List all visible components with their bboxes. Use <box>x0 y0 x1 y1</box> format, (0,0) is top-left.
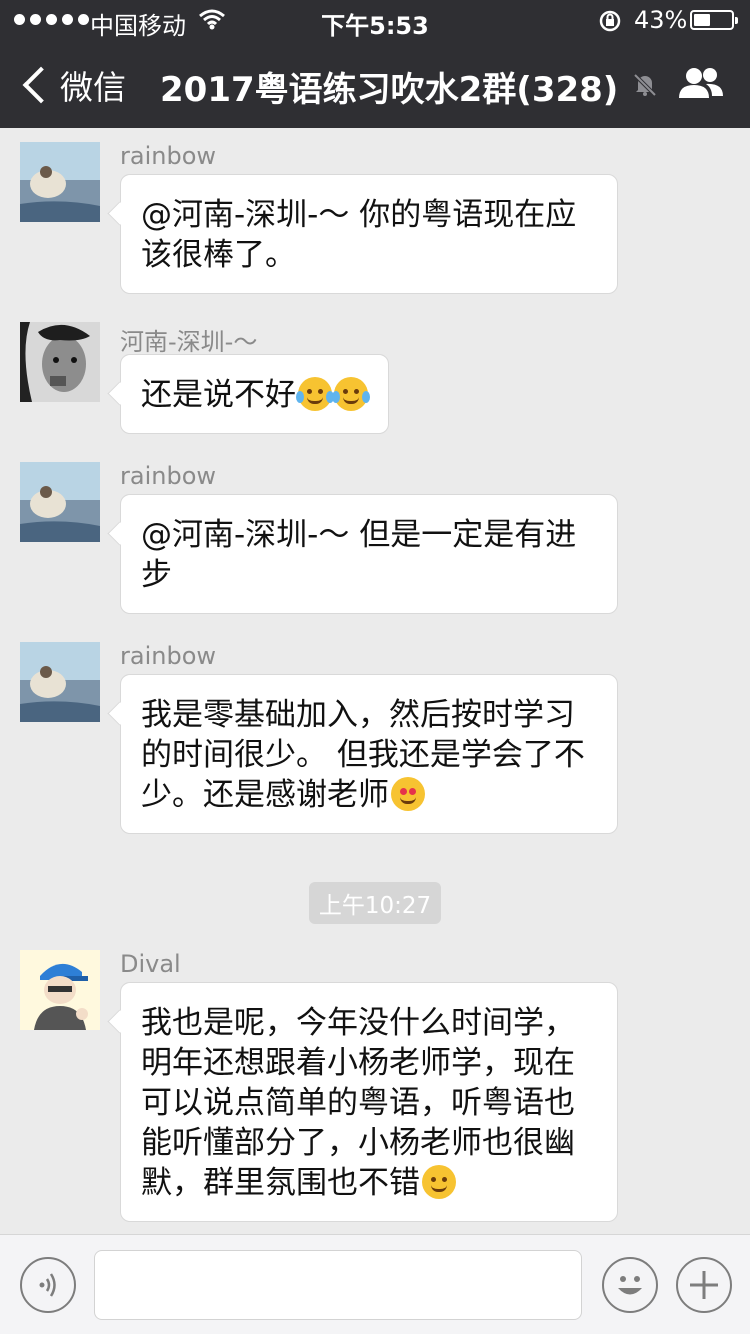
message-text: @河南-深圳-～ 但是一定是有进步 <box>141 517 577 593</box>
sender-name: 河南-深圳-～ <box>120 328 258 356</box>
battery-percent: 43% <box>634 6 688 34</box>
sender-name: rainbow <box>120 142 216 170</box>
header: 中国移动 下午5:53 43% 微信 2017粤语练习吹水2群(328) <box>0 0 750 128</box>
message: 河南-深圳-～ 还是说不好 <box>0 322 750 442</box>
avatar[interactable] <box>20 322 100 402</box>
rotation-lock-icon <box>598 9 622 39</box>
timestamp: 上午10:27 <box>0 882 750 924</box>
plus-button[interactable] <box>676 1257 732 1313</box>
message-bubble[interactable]: 还是说不好 <box>120 354 389 434</box>
sender-name: rainbow <box>120 642 216 670</box>
message-input[interactable] <box>94 1250 582 1320</box>
battery-icon <box>690 10 738 30</box>
mute-bell-icon <box>632 72 658 102</box>
message: Dival 我也是呢，今年没什么时间学，明年还想跟着小杨老师学，现在可以说点简单… <box>0 950 750 1230</box>
message: rainbow @河南-深圳-～ 但是一定是有进步 <box>0 462 750 632</box>
avatar[interactable] <box>20 950 100 1030</box>
message-bubble[interactable]: 我也是呢，今年没什么时间学，明年还想跟着小杨老师学，现在可以说点简单的粤语，听粤… <box>120 982 618 1222</box>
heart-eyes-emoji-icon <box>391 777 425 811</box>
sender-name: rainbow <box>120 462 216 490</box>
message: rainbow 我是零基础加入，然后按时学习的时间很少。 但我还是学会了不少。还… <box>0 642 750 852</box>
voice-button[interactable] <box>20 1257 76 1313</box>
chevron-left-icon <box>22 66 60 104</box>
crying-emoji-icon <box>332 377 370 411</box>
chat-area[interactable]: rainbow @河南-深圳-～ 你的粤语现在应该很棒了。 河南-深圳-～ 还是… <box>0 128 750 1234</box>
message: rainbow @河南-深圳-～ 你的粤语现在应该很棒了。 <box>0 142 750 312</box>
message-text: 还是说不好 <box>141 377 296 413</box>
sender-name: Dival <box>120 950 181 978</box>
input-bar <box>0 1234 750 1334</box>
hugging-emoji-icon <box>422 1165 456 1199</box>
message-text: 我是零基础加入，然后按时学习的时间很少。 但我还是学会了不少。还是感谢老师 <box>141 697 585 813</box>
back-button[interactable]: 微信 <box>18 60 126 110</box>
avatar[interactable] <box>20 142 100 222</box>
status-bar: 中国移动 下午5:53 43% <box>0 0 750 40</box>
group-members-icon[interactable] <box>676 64 726 108</box>
back-label: 微信 <box>60 68 126 107</box>
voice-icon <box>39 1273 56 1297</box>
message-bubble[interactable]: @河南-深圳-～ 你的粤语现在应该很棒了。 <box>120 174 618 294</box>
message-text: @河南-深圳-～ 你的粤语现在应该很棒了。 <box>141 197 577 273</box>
chat-title: 2017粤语练习吹水2群(328) <box>160 70 619 110</box>
emoji-button[interactable] <box>602 1257 658 1313</box>
message-bubble[interactable]: 我是零基础加入，然后按时学习的时间很少。 但我还是学会了不少。还是感谢老师 <box>120 674 618 834</box>
crying-emoji-icon <box>296 377 334 411</box>
message-text: 我也是呢，今年没什么时间学，明年还想跟着小杨老师学，现在可以说点简单的粤语，听粤… <box>141 1005 575 1201</box>
message-bubble[interactable]: @河南-深圳-～ 但是一定是有进步 <box>120 494 618 614</box>
timestamp-label: 上午10:27 <box>308 882 442 924</box>
plus-icon <box>690 1271 718 1299</box>
emoji-icon <box>618 1276 642 1295</box>
avatar[interactable] <box>20 462 100 542</box>
avatar[interactable] <box>20 642 100 722</box>
